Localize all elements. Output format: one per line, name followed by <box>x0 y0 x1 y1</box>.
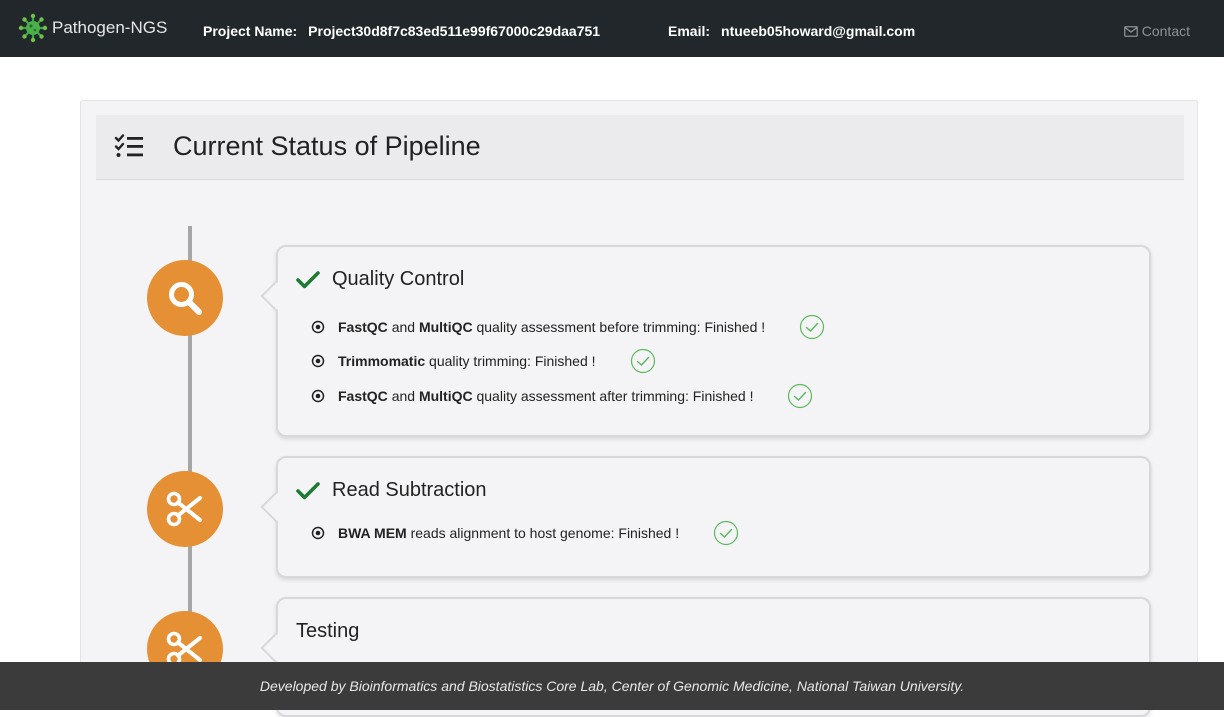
check-circle-icon <box>788 383 813 409</box>
check-circle-icon <box>800 314 825 340</box>
envelope-icon <box>1123 25 1138 37</box>
task-list-icon <box>114 134 143 157</box>
brand-link[interactable]: Pathogen-NGS <box>18 13 167 43</box>
project-info: Project Name: Project30d8f7c83ed511e99f67… <box>203 23 600 39</box>
stage-title-text: Read Subtraction <box>332 479 487 501</box>
email-value: ntueeb05howard@gmail.com <box>721 23 916 39</box>
stage-title-text: Testing <box>296 620 360 642</box>
project-value: Project30d8f7c83ed511e99f67000c29daa751 <box>308 23 601 39</box>
footer: Developed by Bioinformatics and Biostati… <box>0 662 1224 710</box>
step-item: Trimmomatic quality trimming: Finished ! <box>311 348 656 374</box>
footer-text: Developed by Bioinformatics and Biostati… <box>259 678 965 694</box>
stage-card-quality-control: Quality Control FastQC and MultiQC quali… <box>260 245 1151 437</box>
email-info: Email: ntueeb05howard@gmail.com <box>668 23 915 39</box>
page-title: Current Status of Pipeline <box>173 131 481 161</box>
search-icon <box>169 282 202 315</box>
dot-circle-icon <box>311 320 325 334</box>
stage-title-text: Quality Control <box>332 268 465 290</box>
pipeline-status-panel: Current Status of Pipeline Quality Contr… <box>80 100 1198 717</box>
step-item: FastQC and MultiQC quality assessment af… <box>311 383 813 409</box>
stage-badge-read-subtraction <box>147 471 223 547</box>
stage-card-read-subtraction: Read Subtraction BWA MEM reads alignment… <box>260 456 1151 578</box>
check-circle-icon <box>713 520 739 546</box>
stage-title: Testing <box>296 620 359 643</box>
brand-name: Pathogen-NGS <box>52 18 168 37</box>
scissors-icon <box>166 491 202 527</box>
stage-badge-quality-control <box>147 260 223 336</box>
project-label: Project Name: <box>203 23 298 39</box>
check-circle-icon <box>630 348 655 374</box>
dot-circle-icon <box>311 389 325 403</box>
stage-title: Read Subtraction <box>296 479 487 502</box>
checkmark-icon <box>296 481 320 499</box>
panel-header: Current Status of Pipeline <box>96 115 1184 180</box>
contact-label: Contact <box>1141 23 1190 39</box>
top-navbar: Pathogen-NGS Project Name: Project30d8f7c… <box>0 0 1224 57</box>
stage-title: Quality Control <box>296 268 464 291</box>
dot-circle-icon <box>311 354 325 368</box>
step-item: FastQC and MultiQC quality assessment be… <box>311 314 825 340</box>
email-label: Email: <box>668 23 711 39</box>
contact-link[interactable]: Contact <box>1123 23 1190 39</box>
checkmark-icon <box>296 270 320 288</box>
dot-circle-icon <box>311 526 325 540</box>
step-item: BWA MEM reads alignment to host genome: … <box>311 520 739 546</box>
virus-logo-icon <box>18 13 48 43</box>
